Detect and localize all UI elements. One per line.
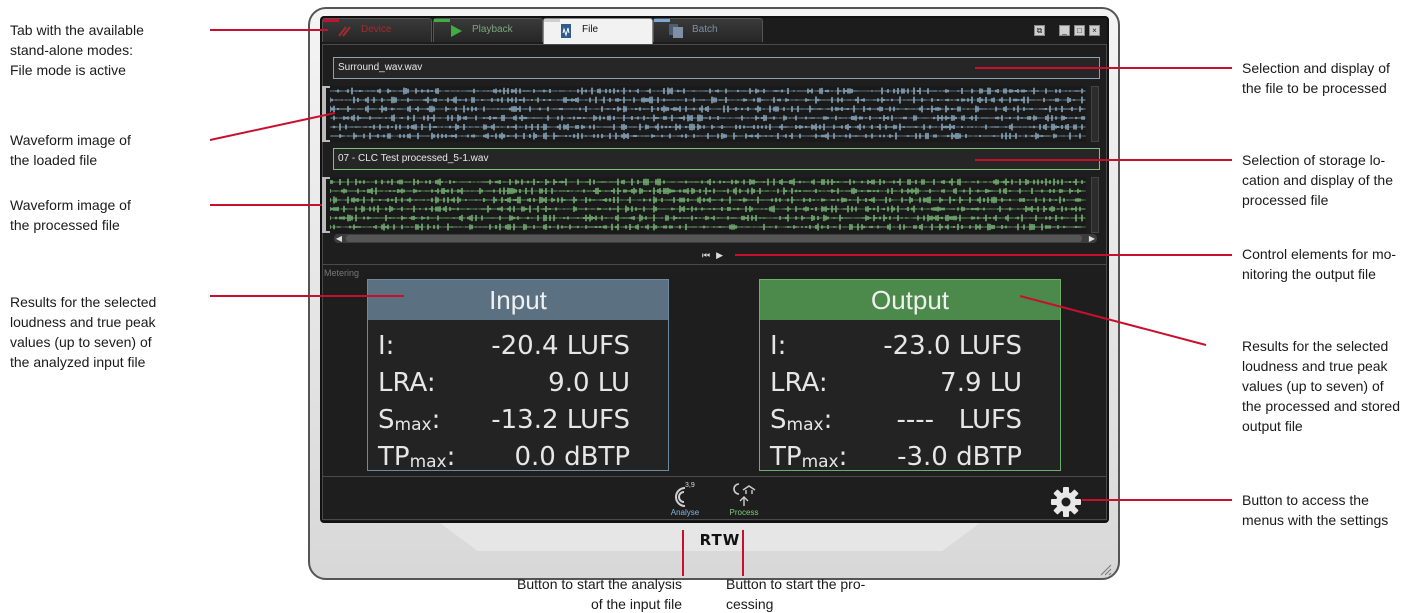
output-results-panel: Output I: -23.0 LUFS LRA: 7.9 LU Smax: -… [759, 279, 1061, 472]
input-row-integrated: I: -20.4 LUFS [378, 328, 658, 365]
close-icon[interactable]: × [1089, 25, 1100, 36]
row-label: I: [770, 331, 787, 361]
row-value: 7.9 LU [940, 368, 1022, 398]
process-button[interactable]: Process [722, 480, 766, 518]
output-row-tpmax: TPmax: -3.0 dBTP [770, 439, 1050, 476]
device-icon [338, 26, 351, 37]
callout-storage-select: Selection of storage lo- cation and disp… [1242, 152, 1393, 208]
scroll-left-icon[interactable]: ◀ [334, 234, 344, 243]
tab-device-label: Device [361, 24, 392, 35]
row-value: -23.0 LUFS [883, 331, 1022, 361]
output-file-selector[interactable]: 07 - CLC Test processed_5-1.wav [333, 148, 1100, 170]
scrollbar-thumb[interactable] [346, 235, 1082, 242]
row-value: 9.0 LU [548, 368, 630, 398]
input-row-smax: Smax: -13.2 LUFS [378, 402, 658, 439]
tab-file-label: File [582, 24, 599, 35]
row-value: ---- LUFS [896, 405, 1022, 435]
row-label: I: [378, 331, 395, 361]
input-results-panel: Input I: -20.4 LUFS LRA: 9.0 LU Smax: -1… [367, 279, 669, 472]
waveform-scrollbar[interactable]: ◀ ▶ [334, 234, 1097, 243]
file-icon [561, 24, 571, 38]
output-file-name: 07 - CLC Test processed_5-1.wav [338, 153, 489, 164]
row-label: TPmax: [770, 442, 848, 472]
input-waveform-graphic [330, 87, 1086, 140]
output-row-lra: LRA: 7.9 LU [770, 365, 1050, 402]
transport-controls: ⏮ ▶ [702, 250, 726, 260]
input-file-name: Surround_wav.wav [338, 62, 423, 73]
callout-analyse: Button to start the analysis of the inpu… [517, 576, 682, 612]
tab-playback[interactable]: Playback [433, 18, 543, 42]
row-value: -3.0 dBTP [897, 442, 1022, 472]
row-label: Smax: [378, 405, 441, 435]
callout-control-elements: Control elements for mo- nitoring the ou… [1242, 246, 1397, 282]
output-row-integrated: I: -23.0 LUFS [770, 328, 1050, 365]
input-file-selector[interactable]: Surround_wav.wav [333, 57, 1100, 79]
row-label: TPmax: [378, 442, 456, 472]
output-row-smax: Smax: ---- LUFS [770, 402, 1050, 439]
play-icon[interactable]: ▶ [716, 250, 723, 260]
callout-waveform-output: Waveform image of the processed file [10, 197, 131, 233]
analyse-label: Analyse [670, 508, 700, 517]
skip-to-start-icon[interactable]: ⏮ [702, 250, 710, 260]
row-value: -13.2 LUFS [491, 405, 630, 435]
process-label: Process [729, 508, 759, 517]
row-value: 0.0 dBTP [514, 442, 630, 472]
input-row-tpmax: TPmax: 0.0 dBTP [378, 439, 658, 476]
restore-icon[interactable]: ⧉ [1034, 25, 1045, 36]
mode-tabbar: Device Playback File Batch [322, 18, 1107, 44]
toolbar-divider [322, 476, 1107, 477]
row-value: -20.4 LUFS [491, 331, 630, 361]
row-label: Smax: [770, 405, 833, 435]
tab-playback-label: Playback [472, 24, 513, 35]
tab-batch-label: Batch [692, 24, 718, 35]
tab-batch[interactable]: Batch [653, 18, 763, 42]
tab-device[interactable]: Device [322, 18, 432, 42]
scroll-right-icon[interactable]: ▶ [1087, 234, 1097, 243]
settings-gear-icon[interactable] [1050, 486, 1082, 518]
row-label: LRA: [378, 368, 436, 398]
input-row-lra: LRA: 9.0 LU [378, 365, 658, 402]
metering-label: Metering [324, 268, 360, 278]
minimize-icon[interactable]: _ [1059, 25, 1070, 36]
callout-tabs: Tab with the available stand-alone modes… [10, 22, 144, 78]
output-waveform-graphic [330, 178, 1086, 231]
section-divider [322, 264, 1107, 265]
callout-process: Button to start the pro- cessing [726, 576, 866, 612]
process-icon [733, 483, 756, 506]
row-label: LRA: [770, 368, 828, 398]
batch-icon [669, 24, 683, 38]
window-controls: ⧉ _ □ × [1034, 25, 1100, 37]
analyse-button[interactable]: 3,9 Analyse [663, 480, 707, 518]
tab-file[interactable]: File [543, 18, 653, 44]
resize-grip-icon[interactable] [1098, 562, 1112, 576]
play-icon [451, 25, 462, 37]
analyse-badge: 3,9 [685, 482, 695, 489]
callout-settings: Button to access the menus with the sett… [1242, 492, 1389, 528]
callout-results-output: Results for the selected loudness and tr… [1242, 338, 1400, 434]
output-panel-title: Output [760, 280, 1060, 320]
output-waveform-scroll[interactable] [1091, 177, 1099, 233]
input-panel-title: Input [368, 280, 668, 320]
callout-waveform-input: Waveform image of the loaded file [10, 132, 131, 168]
callout-file-select: Selection and display of the file to be … [1242, 60, 1390, 96]
input-waveform-scroll[interactable] [1091, 86, 1099, 142]
callout-results-input: Results for the selected loudness and tr… [10, 294, 157, 370]
rtw-logo: RTW [699, 531, 741, 549]
maximize-icon[interactable]: □ [1074, 25, 1085, 36]
